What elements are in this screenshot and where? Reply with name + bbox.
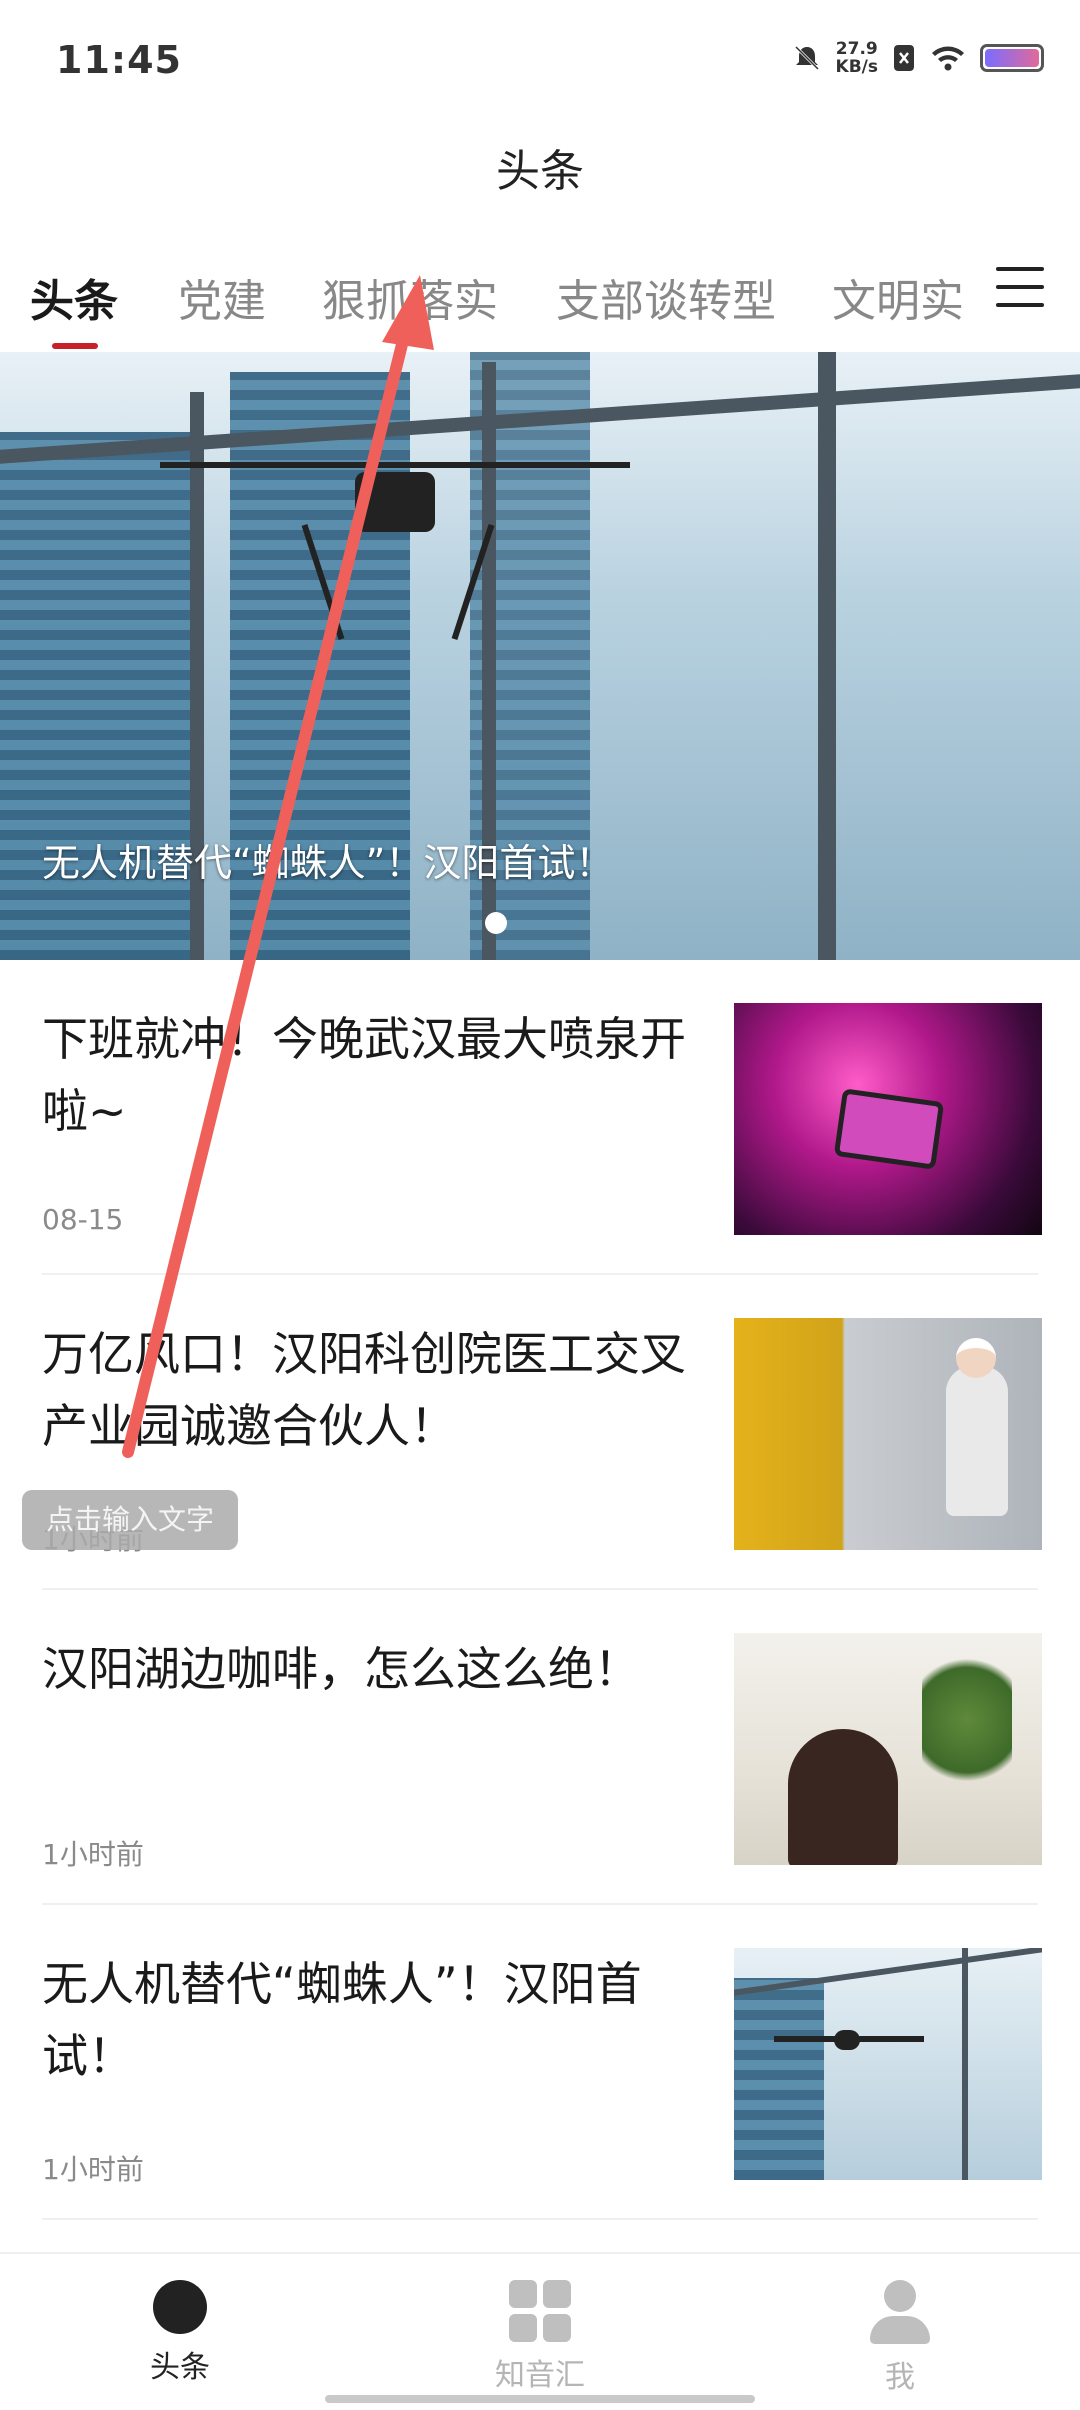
status-time: 11:45 — [56, 38, 182, 82]
news-date: 08-15 — [42, 1203, 124, 1236]
divider — [42, 1273, 1038, 1275]
news-title: 下班就冲！今晚武汉最大喷泉开啦~ — [42, 1012, 686, 1138]
home-dot-icon — [153, 2280, 207, 2334]
news-thumbnail — [734, 1318, 1042, 1550]
tab-party-building[interactable]: 党建 — [178, 265, 266, 329]
divider — [42, 2218, 1038, 2220]
window-frame — [818, 352, 836, 960]
carousel-indicator — [485, 912, 507, 934]
news-time: 1小时前 — [42, 1838, 144, 1871]
list-item[interactable]: 汉阳湖边咖啡，怎么这么绝！ 1小时前 — [42, 1633, 1042, 1923]
tab-civilization[interactable]: 文明实 — [832, 265, 964, 329]
drone-image — [160, 462, 630, 468]
net-speed: 27.9 KB/s — [835, 39, 878, 77]
mute-bell-icon — [794, 45, 819, 71]
page-title: 头条 — [496, 146, 584, 197]
news-title: 汉阳湖边咖啡，怎么这么绝！ — [42, 1642, 640, 1696]
grid-icon — [509, 2280, 571, 2342]
input-text-tag[interactable]: 点击输入文字 — [22, 1490, 238, 1550]
divider — [42, 1903, 1038, 1905]
user-icon — [868, 2280, 932, 2344]
news-thumbnail — [734, 1948, 1042, 2180]
news-time: 1小时前 — [42, 2153, 144, 2186]
menu-icon[interactable] — [996, 265, 1044, 309]
banner-caption: 无人机替代“蜘蛛人”！汉阳首试！ — [42, 841, 614, 885]
wifi-icon — [932, 46, 964, 71]
news-title: 无人机替代“蜘蛛人”！汉阳首试！ — [42, 1957, 642, 2083]
tab-headline[interactable]: 头条 — [30, 265, 118, 329]
nav-me-label: 我 — [885, 2360, 915, 2395]
tab-implementation[interactable]: 狠抓落实 — [322, 265, 498, 329]
battery-icon — [980, 44, 1044, 72]
status-icons: 27.9 KB/s — [792, 40, 1044, 76]
no-sim-icon — [894, 45, 914, 71]
list-item[interactable]: 万亿风口！汉阳科创院医工交叉产业园诚邀合伙人！ 1小时前 — [42, 1318, 1042, 1608]
drone-image — [355, 472, 435, 532]
list-item[interactable]: 下班就冲！今晚武汉最大喷泉开啦~ 08-15 — [42, 1003, 1042, 1293]
tab-branch-transformation[interactable]: 支部谈转型 — [556, 265, 776, 329]
divider — [42, 1588, 1038, 1590]
news-title: 万亿风口！汉阳科创院医工交叉产业园诚邀合伙人！ — [42, 1327, 686, 1453]
news-thumbnail — [734, 1633, 1042, 1865]
category-tabs: 头条 党建 狠抓落实 支部谈转型 文明实 — [0, 255, 1080, 350]
banner-carousel[interactable]: 无人机替代“蜘蛛人”！汉阳首试！ — [0, 352, 1080, 960]
nav-zhiyinhui-label: 知音汇 — [495, 2358, 585, 2393]
active-tab-indicator — [52, 343, 98, 349]
nav-zhiyinhui[interactable]: 知音汇 — [470, 2280, 610, 2394]
list-item[interactable]: 无人机替代“蜘蛛人”！汉阳首试！ 1小时前 — [42, 1948, 1042, 2238]
news-thumbnail — [734, 1003, 1042, 1235]
bottom-nav: 头条 知音汇 我 — [0, 2252, 1080, 2410]
nav-me[interactable]: 我 — [830, 2280, 970, 2396]
nav-home-label: 头条 — [150, 2350, 210, 2385]
status-bar: 11:45 27.9 KB/s — [0, 0, 1080, 120]
nav-home[interactable]: 头条 — [110, 2280, 250, 2386]
home-indicator[interactable] — [325, 2395, 755, 2403]
